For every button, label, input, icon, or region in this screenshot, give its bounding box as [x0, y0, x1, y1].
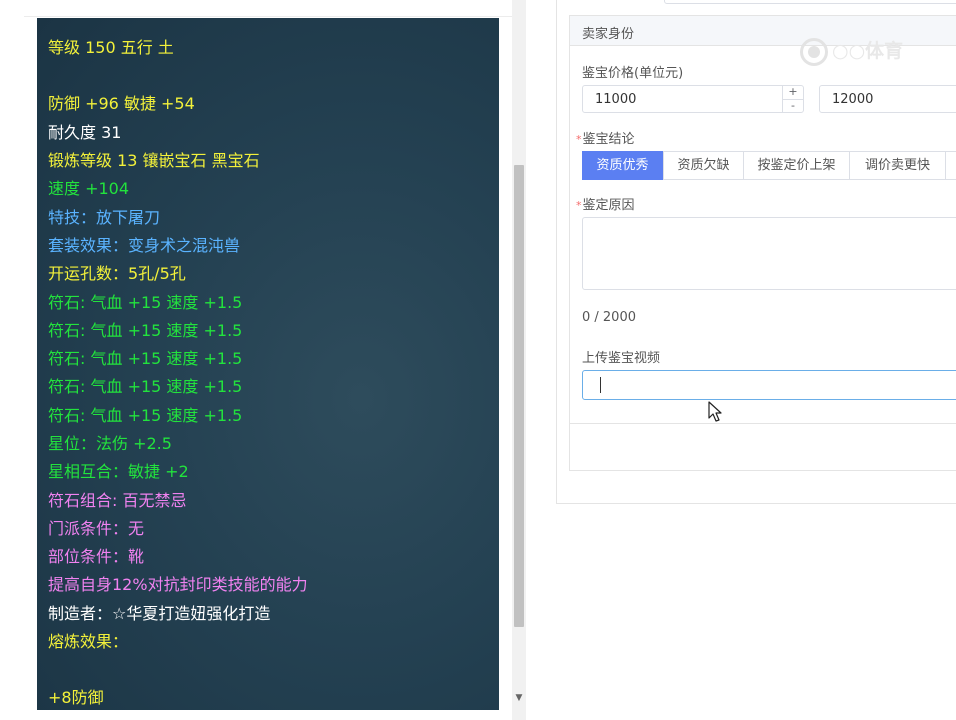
item-line: 等级 150 五行 土	[48, 38, 174, 57]
item-line: 耐久度 31	[48, 123, 122, 142]
conclusion-option-overflow[interactable]	[945, 151, 956, 180]
item-line: 防御 +96 敏捷 +54	[48, 94, 195, 113]
item-line: 门派条件：无	[48, 519, 145, 538]
item-line: 部位条件：靴	[48, 547, 145, 566]
item-line: 符石组合: 百无禁忌	[48, 491, 187, 510]
item-line: 星相互合：敏捷 +2	[48, 462, 189, 481]
conclusion-option-adjust-price[interactable]: 调价卖更快	[849, 151, 946, 180]
item-line: 熔炼效果：	[48, 632, 129, 651]
item-line: 符石: 气血 +15 速度 +1.5	[48, 321, 243, 340]
mouse-cursor-icon	[708, 401, 722, 422]
decrement-button[interactable]: -	[783, 99, 803, 113]
panel-top-divider	[24, 16, 512, 17]
price-label: 鉴宝价格(单位元)	[582, 66, 684, 81]
text-caret	[600, 377, 601, 393]
scrollbar-thumb[interactable]	[514, 165, 524, 627]
price-min-value: 11000	[595, 92, 637, 107]
item-tooltip-box: 等级 150 五行 土 防御 +96 敏捷 +54 耐久度 31 锻炼等级 13…	[37, 18, 499, 710]
item-detail-panel: 等级 150 五行 土 防御 +96 敏捷 +54 耐久度 31 锻炼等级 13…	[24, 0, 513, 720]
conclusion-option-list-at-price[interactable]: 按鉴定价上架	[743, 151, 850, 180]
item-line: 锻炼等级 13 镶嵌宝石 黑宝石	[48, 151, 260, 170]
item-line: 制造者：☆华夏打造妞强化打造	[48, 604, 271, 623]
video-upload-input[interactable]	[582, 370, 956, 400]
item-line: 符石: 气血 +15 速度 +1.5	[48, 406, 243, 425]
vertical-scrollbar[interactable]: ▼	[512, 0, 526, 720]
required-mark: *	[576, 199, 582, 212]
reason-label: *鉴定原因	[576, 198, 635, 213]
item-line: 速度 +104	[48, 179, 130, 198]
item-line: +8防御	[48, 688, 104, 707]
reason-textarea[interactable]	[582, 217, 956, 290]
price-min-stepper[interactable]: + -	[782, 86, 803, 112]
reason-char-counter: 0 / 2000	[582, 310, 636, 325]
increment-button[interactable]: +	[783, 86, 803, 99]
item-line: 特技：放下屠刀	[48, 208, 161, 227]
price-min-input[interactable]: 11000 + -	[582, 85, 804, 113]
card-footer-divider	[570, 423, 956, 424]
card-title: 卖家身份	[582, 27, 635, 42]
item-line: 符石: 气血 +15 速度 +1.5	[48, 293, 243, 312]
item-line: 提高自身12%对抗封印类技能的能力	[48, 575, 308, 594]
watermark-text: ○○体育	[832, 40, 904, 62]
conclusion-label: *鉴宝结论	[576, 132, 635, 147]
price-max-input[interactable]: 12000	[819, 85, 956, 113]
item-line: 符石: 气血 +15 速度 +1.5	[48, 349, 243, 368]
conclusion-option-lacking[interactable]: 资质欠缺	[663, 151, 744, 180]
top-input-field[interactable]	[664, 0, 956, 4]
video-label: 上传鉴宝视频	[582, 351, 661, 366]
item-line: 套装效果：变身术之混沌兽	[48, 236, 241, 255]
item-line: 开运孔数：5孔/5孔	[48, 264, 186, 283]
conclusion-option-excellent[interactable]: 资质优秀	[582, 151, 663, 180]
item-line: 符石: 气血 +15 速度 +1.5	[48, 377, 243, 396]
watermark-icon	[800, 37, 828, 66]
required-mark: *	[576, 133, 582, 146]
price-max-value: 12000	[832, 92, 874, 107]
chevron-down-icon[interactable]: ▼	[514, 692, 524, 704]
watermark-logo: ○○体育	[800, 36, 930, 66]
item-line: 星位：法伤 +2.5	[48, 434, 172, 453]
